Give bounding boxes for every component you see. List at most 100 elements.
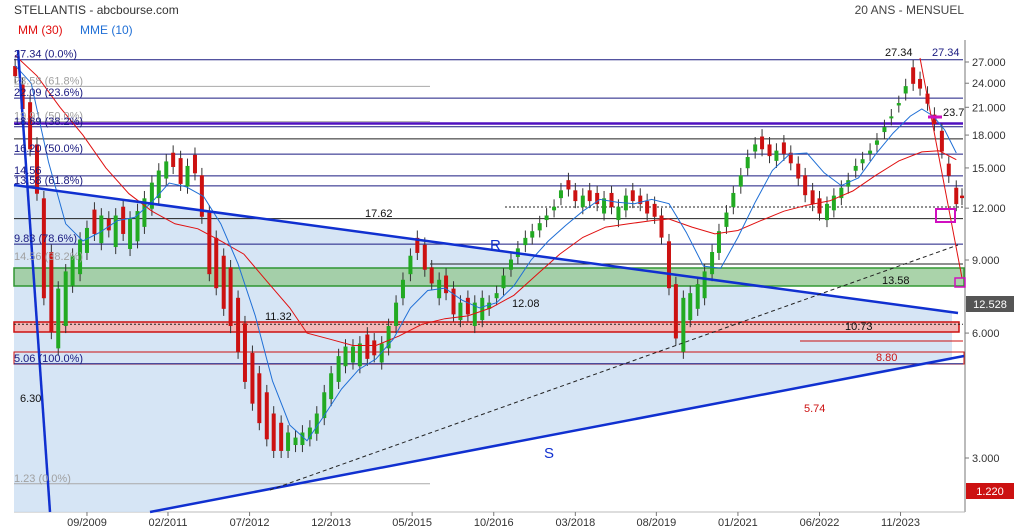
- candle-body: [803, 175, 808, 196]
- candle-body: [702, 271, 707, 299]
- resistance-zone-red: [13, 321, 960, 333]
- candle-body: [716, 231, 721, 253]
- candle-body: [760, 136, 765, 150]
- candle-body: [688, 293, 693, 321]
- candle-body: [954, 187, 959, 205]
- candle-body: [293, 437, 298, 446]
- candle-body: [214, 237, 219, 289]
- candle-body: [853, 165, 858, 171]
- candle-body: [831, 195, 836, 211]
- candle-body: [300, 432, 305, 446]
- label-1208: 12.08: [512, 298, 540, 310]
- candle-body: [56, 288, 61, 349]
- candle-body: [271, 413, 276, 451]
- candle-body: [796, 163, 801, 179]
- x-axis: 09/2009 02/2011 07/2012 12/2013 05/2015 10/20…: [67, 512, 920, 529]
- candle-body: [731, 192, 736, 208]
- candle-body: [745, 157, 750, 169]
- label-faint-382: 14.56 (38.2%): [14, 251, 83, 263]
- candle-body: [580, 195, 585, 208]
- candle-body: [207, 212, 212, 275]
- candle-body: [121, 206, 126, 234]
- y-tick-label: 12.000: [972, 203, 1006, 215]
- candle-body: [609, 192, 614, 208]
- low-price-value: 1.220: [976, 486, 1004, 498]
- fib-label: 23.58 (61.8%): [14, 75, 83, 87]
- x-tick-label: 07/2012: [230, 517, 270, 529]
- candle-body: [946, 163, 951, 176]
- chart-container: STELLANTIS - abcbourse.com 20 ANS - MENS…: [0, 0, 1014, 532]
- fib-label: 1.23 (0.0%): [14, 473, 71, 485]
- support-zone-green: [13, 267, 965, 287]
- candle-body: [408, 255, 413, 275]
- candle-body: [724, 212, 729, 227]
- fib-label: 5.06 (100.0%): [14, 353, 83, 365]
- candle-body: [451, 288, 456, 315]
- label-high-2734: 27.34: [885, 47, 913, 59]
- candle-body: [666, 241, 671, 289]
- candle-body: [242, 323, 247, 382]
- candle-body: [63, 271, 68, 327]
- candle-body: [918, 78, 923, 89]
- label-574: 5.74: [804, 403, 825, 415]
- candle-body: [573, 190, 578, 202]
- candle-body: [49, 252, 54, 333]
- candle-body: [860, 159, 865, 164]
- candle-body: [106, 218, 111, 231]
- x-tick-label: 06/2022: [800, 517, 840, 529]
- x-tick-label: 11/2023: [881, 517, 920, 529]
- candle-body: [544, 215, 549, 221]
- chart-period: 20 ANS - MENSUEL: [855, 3, 965, 17]
- fib-label: 27.34 (0.0%): [14, 49, 77, 61]
- x-tick-label: 10/2016: [474, 517, 514, 529]
- candle-body: [566, 180, 571, 190]
- x-tick-label: 08/2019: [636, 517, 676, 529]
- candle-body: [394, 302, 399, 327]
- x-tick-label: 12/2013: [311, 517, 351, 529]
- candle-body: [257, 373, 262, 424]
- y-tick-label: 24.000: [972, 78, 1006, 90]
- candle-body: [767, 144, 772, 157]
- candle-body: [429, 267, 434, 284]
- candle-body: [889, 116, 894, 119]
- candle-body: [365, 334, 370, 359]
- candle-body: [960, 195, 964, 199]
- fib-label: 22.09 (23.6%): [14, 87, 83, 99]
- candle-body: [41, 198, 46, 299]
- candle-body: [236, 297, 241, 352]
- candle-body: [911, 67, 916, 84]
- x-tick-label: 02/2011: [149, 517, 188, 529]
- x-tick-label: 05/2015: [392, 517, 432, 529]
- candle-body: [494, 293, 499, 299]
- label-support-s: S: [544, 445, 554, 462]
- y-tick-label: 3.000: [972, 453, 1000, 465]
- candle-body: [84, 227, 89, 253]
- label-resistance-r: R: [490, 237, 501, 254]
- label-1358: 13.58: [882, 275, 910, 287]
- last-price-value: 12.528: [973, 299, 1007, 311]
- y-tick-label: 21.000: [972, 102, 1006, 114]
- chart-title: STELLANTIS - abcbourse.com: [14, 3, 179, 17]
- candle-body: [372, 340, 377, 356]
- candle-body: [645, 201, 650, 214]
- candle-body: [99, 215, 104, 244]
- candle-body: [221, 255, 226, 309]
- fib-label: 9.83 (78.6%): [14, 233, 77, 245]
- candle-body: [357, 343, 362, 367]
- candle-body: [695, 284, 700, 309]
- candle-body: [868, 150, 873, 154]
- candle-body: [465, 297, 470, 315]
- candle-body: [92, 209, 97, 234]
- candle-body: [652, 203, 657, 217]
- candle-body: [128, 218, 133, 249]
- candle-body: [817, 198, 822, 214]
- candle-body: [630, 190, 635, 202]
- candle-body: [336, 356, 341, 382]
- candle-body: [738, 175, 743, 187]
- x-tick-label: 01/2021: [718, 517, 758, 529]
- candle-body: [530, 231, 535, 238]
- fib-label: 18.89 (38.2%): [14, 116, 83, 128]
- candle-body: [537, 223, 542, 231]
- x-tick-label: 09/2009: [67, 517, 107, 529]
- candle-body: [350, 346, 355, 363]
